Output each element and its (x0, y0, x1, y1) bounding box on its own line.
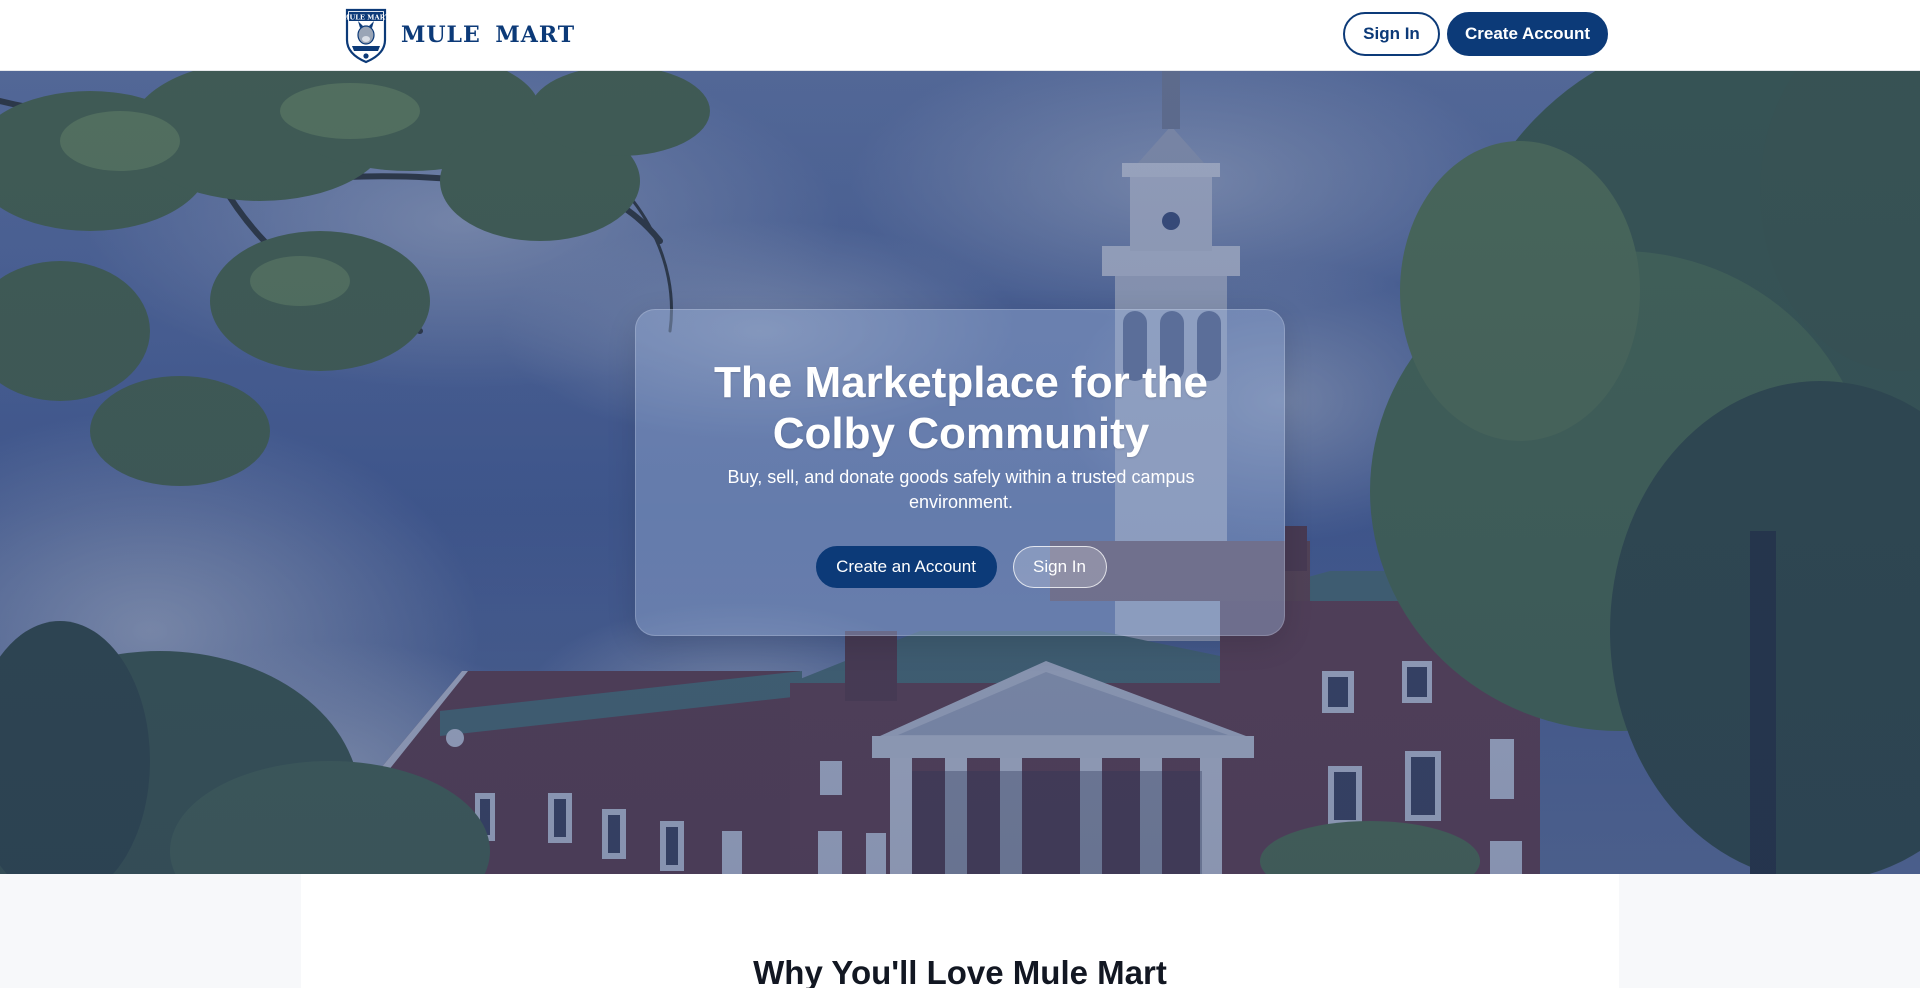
brand-home-link[interactable]: MULE MART MULE MART (343, 6, 575, 64)
hero-title: The Marketplace for the Colby Community (714, 358, 1208, 458)
top-nav-bar: MULE MART MULE MART Sign In Create Accou… (0, 0, 1920, 71)
sign-in-cta-button[interactable]: Sign In (1012, 546, 1107, 588)
hero-subtitle: Buy, sell, and donate goods safely withi… (727, 467, 1195, 512)
mule-mart-logo: MULE MART (343, 8, 389, 64)
brand-name: MULE MART (401, 22, 576, 48)
logo-wordmark: MULE MART (343, 14, 389, 22)
header-sign-in-button[interactable]: Sign In (1343, 12, 1440, 56)
hero-card: The Marketplace for the Colby Community … (635, 309, 1285, 636)
create-account-cta-button[interactable]: Create an Account (815, 546, 997, 588)
hero-section: The Marketplace for the Colby Community … (0, 71, 1920, 874)
header-create-account-button[interactable]: Create Account (1447, 12, 1608, 56)
features-section: Why You'll Love Mule Mart (301, 874, 1619, 988)
hero-actions: Create an Account Sign In (636, 546, 1286, 588)
features-heading: Why You'll Love Mule Mart (753, 954, 1167, 988)
